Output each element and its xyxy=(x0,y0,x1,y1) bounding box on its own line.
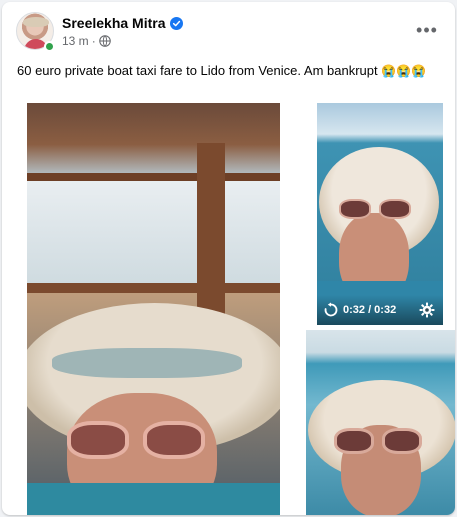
meta-separator: · xyxy=(91,34,96,48)
replay-icon[interactable] xyxy=(323,302,339,318)
photo-main[interactable] xyxy=(27,103,280,515)
settings-icon[interactable] xyxy=(419,302,435,318)
sunglasses xyxy=(334,428,426,458)
post-meta: 13 m · xyxy=(62,34,111,48)
scarf xyxy=(27,483,280,515)
avatar-hat xyxy=(23,17,49,27)
post-text: 60 euro private boat taxi fare to Lido f… xyxy=(17,61,442,81)
post-timestamp[interactable]: 13 m xyxy=(62,34,89,48)
verified-badge-icon xyxy=(169,16,183,30)
post-card: Sreelekha Mitra 13 m · ••• 60 euro priva… xyxy=(2,2,455,515)
hat-band xyxy=(52,348,242,378)
video-controls: 0:32 / 0:32 xyxy=(317,295,443,325)
crying-emoji-icons: 😭😭😭 xyxy=(381,64,427,78)
sunglasses xyxy=(67,421,207,461)
globe-icon[interactable] xyxy=(98,35,111,47)
author-row: Sreelekha Mitra xyxy=(62,15,183,31)
video-time: 0:32 / 0:32 xyxy=(343,304,397,316)
post-header: Sreelekha Mitra 13 m · ••• xyxy=(2,2,455,58)
more-options-icon[interactable]: ••• xyxy=(413,16,441,44)
video-thumbnail[interactable]: 0:32 / 0:32 xyxy=(317,103,443,325)
sunglasses xyxy=(339,199,413,221)
post-text-body: 60 euro private boat taxi fare to Lido f… xyxy=(17,63,378,78)
boat-window xyxy=(27,173,280,293)
photo-third[interactable] xyxy=(306,330,455,515)
online-status-dot xyxy=(44,41,55,52)
author-name[interactable]: Sreelekha Mitra xyxy=(62,15,166,31)
